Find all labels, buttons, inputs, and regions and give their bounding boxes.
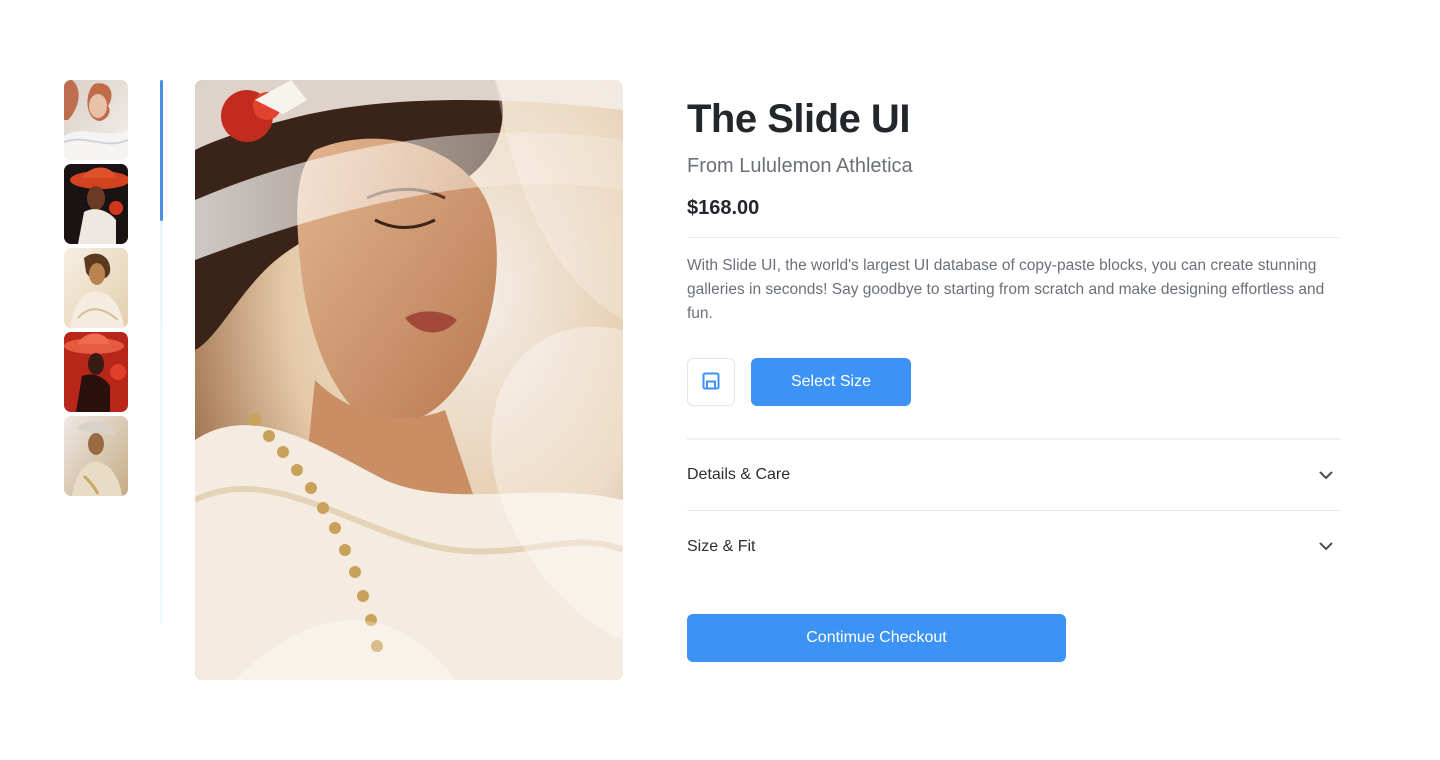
save-button[interactable] (687, 358, 735, 406)
thumbnail-4[interactable] (64, 332, 128, 412)
gallery-scroll-track[interactable] (160, 80, 163, 625)
accordion-size-fit[interactable]: Size & Fit (687, 510, 1340, 582)
accordion-details-care[interactable]: Details & Care (687, 438, 1340, 510)
divider (687, 237, 1340, 238)
portrait-thumbnail-2-image (64, 164, 128, 244)
gallery-scroll-thumb[interactable] (160, 80, 163, 221)
accordion-label: Size & Fit (687, 537, 756, 555)
portrait-main-image (195, 80, 623, 680)
portrait-thumbnail-4-image (64, 332, 128, 412)
thumbnail-list (64, 80, 128, 500)
portrait-thumbnail-3-image (64, 248, 128, 328)
product-title: The Slide UI (687, 97, 910, 141)
product-actions: Select Size (687, 358, 1340, 406)
floppy-disk-icon (701, 371, 721, 394)
product-price: $168.00 (687, 197, 760, 219)
product-brand: From Lululemon Athletica (687, 155, 913, 177)
thumbnail-3[interactable] (64, 248, 128, 328)
portrait-thumbnail-1-image (64, 80, 128, 160)
select-size-button[interactable]: Select Size (751, 358, 911, 406)
thumbnail-1[interactable] (64, 80, 128, 160)
main-product-image (195, 80, 623, 680)
accordion-label: Details & Care (687, 466, 791, 483)
portrait-thumbnail-5-image (64, 416, 128, 496)
product-description: With Slide UI, the world's largest UI da… (687, 257, 1325, 322)
product-details: The Slide UI From Lululemon Athletica $1… (687, 80, 1340, 662)
thumbnail-5[interactable] (64, 416, 128, 496)
product-accordion: Details & Care Size & Fit (687, 438, 1340, 582)
chevron-down-icon (1314, 471, 1338, 480)
continue-checkout-button[interactable]: Contimue Checkout (687, 614, 1066, 662)
chevron-down-icon (1314, 542, 1338, 551)
thumbnail-2[interactable] (64, 164, 128, 244)
